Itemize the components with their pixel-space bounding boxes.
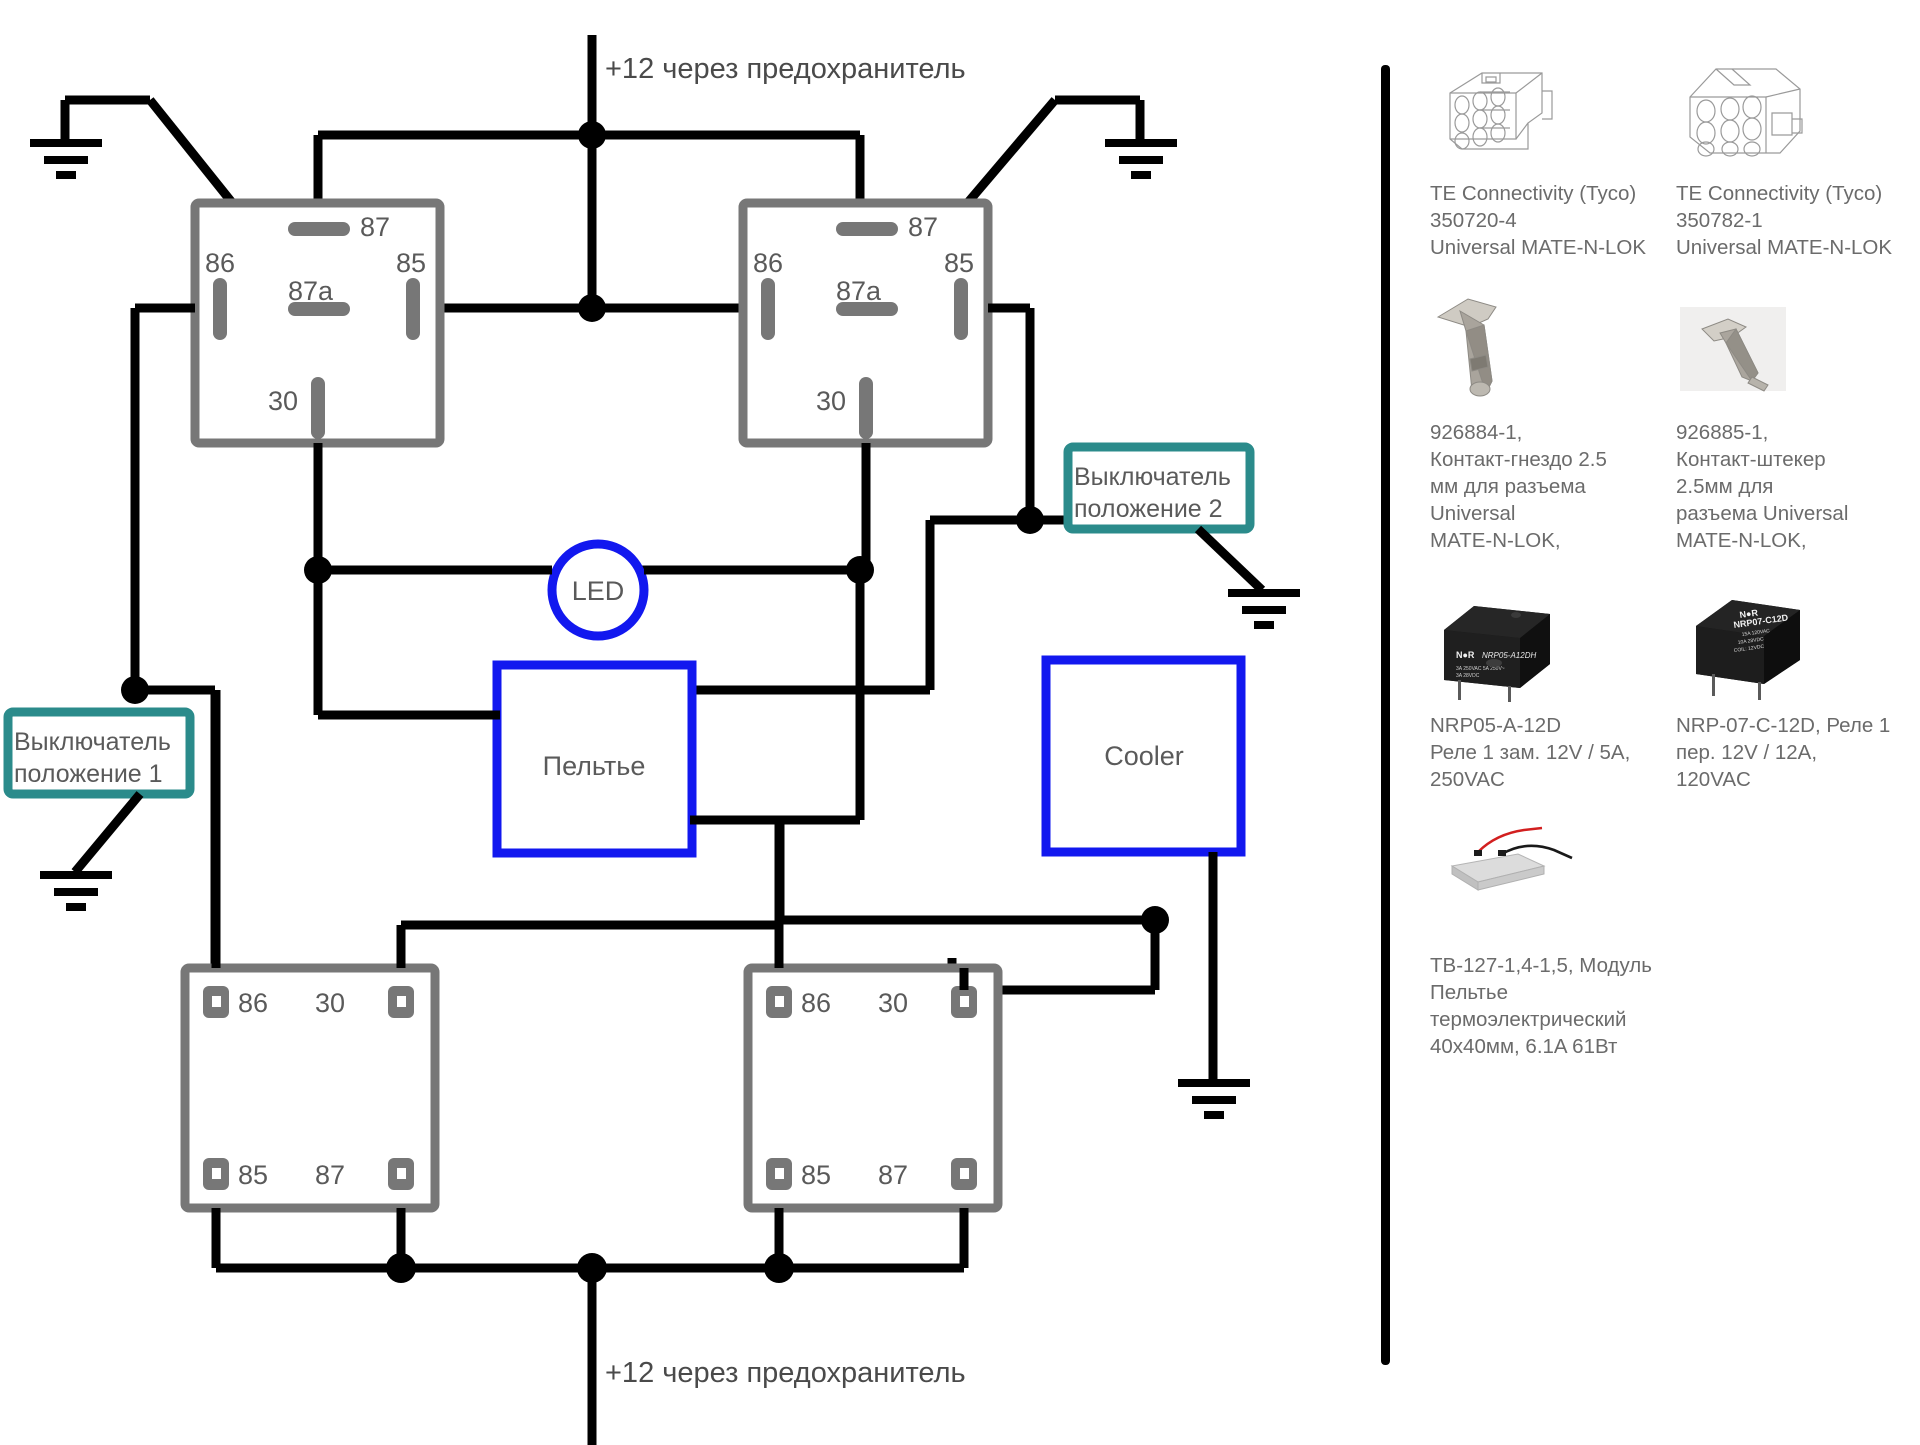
junction-top-1	[578, 121, 606, 149]
pcb-relay-right-label-86: 86	[801, 988, 831, 1018]
relay-left[interactable]: 87 87a 86 85 30	[190, 198, 445, 448]
switch2-line1: Выключатель	[1074, 463, 1231, 491]
relay-right-pin-87	[836, 222, 898, 236]
switch2-line2: положение 2	[1074, 495, 1223, 523]
relay-right-label-86: 86	[753, 248, 783, 278]
cooler-component[interactable]: Cooler	[1041, 655, 1246, 857]
relay-left-pin-86	[213, 278, 227, 340]
switch1-line1: Выключатель	[14, 728, 171, 756]
peltier-label: Пельтье	[543, 751, 646, 781]
bottom-rail-label: +12 через предохранитель	[605, 1357, 966, 1389]
connector-plug-9way-icon	[1676, 60, 1806, 170]
relay-right-pin-85	[954, 278, 968, 340]
part-caption: TB-127-1,4-1,5, Модуль Пельтье термоэлек…	[1430, 953, 1652, 1058]
part-item[interactable]: 926884-1, Контакт-гнездо 2.5 мм для разъ…	[1430, 291, 1654, 584]
junction-bottom-1	[386, 1253, 416, 1283]
top-rail-label: +12 через предохранитель	[605, 53, 966, 85]
switch-position-2[interactable]: Выключатель положение 2	[1063, 442, 1300, 629]
cooler-label: Cooler	[1104, 741, 1184, 771]
relay-left-pin-85	[406, 278, 420, 340]
svg-text:3A 250VAC 5A 250V~: 3A 250VAC 5A 250V~	[1456, 666, 1505, 672]
wires-right-side	[988, 303, 1068, 534]
pcb-relay-right-label-30: 30	[878, 988, 908, 1018]
switch1-line2: положение 1	[14, 760, 163, 788]
relay-left-label-87a: 87a	[288, 276, 334, 306]
relay-left-label-85: 85	[396, 248, 426, 278]
pcb-relay-left-label-86: 86	[238, 988, 268, 1018]
panel-divider	[1381, 65, 1390, 1365]
switch-position-1[interactable]: Выключатель положение 1	[3, 707, 195, 911]
relay-right-pin-30	[859, 377, 873, 439]
contact-pin-icon	[1676, 291, 1794, 409]
junction-bottom-3	[764, 1253, 794, 1283]
svg-text:NRP05-A12DH: NRP05-A12DH	[1482, 651, 1536, 660]
peltier-component[interactable]: Пельтье	[492, 660, 697, 858]
pcb-relay-right-label-87: 87	[878, 1160, 908, 1190]
relay-nrp05-icon: N●R NRP05-A12DH 3A 250VAC 5A 250V~ 3A 28…	[1430, 584, 1580, 703]
relay-left-label-87: 87	[360, 212, 390, 242]
pcb-relay-left-label-87: 87	[315, 1160, 345, 1190]
part-item[interactable]: TE Connectivity (Tyco) 350782-1 Universa…	[1676, 60, 1900, 291]
part-item[interactable]: TB-127-1,4-1,5, Модуль Пельтье термоэлек…	[1430, 824, 1654, 1090]
relay-left-pin-30	[311, 377, 325, 439]
part-item[interactable]: TE Connectivity (Tyco) 350720-4 Universa…	[1430, 60, 1654, 291]
relay-right-label-87: 87	[908, 212, 938, 242]
relay-left-label-30: 30	[268, 386, 298, 416]
pcb-relay-left-label-30: 30	[315, 988, 345, 1018]
part-caption: TE Connectivity (Tyco) 350720-4 Universa…	[1430, 182, 1647, 260]
relay-nrp07-icon: N●R NRP07-C12D 15A 120VAC 10A 28VDC COIL…	[1676, 584, 1826, 702]
junction-top-2	[578, 294, 606, 322]
pcb-relay-left[interactable]: 86 30 85 87	[180, 963, 440, 1213]
grid-spacer	[1676, 824, 1900, 1090]
pcb-relay-right[interactable]: 86 30 85 87	[743, 963, 1003, 1213]
relay-right-label-30: 30	[816, 386, 846, 416]
parts-list-panel: TE Connectivity (Tyco) 350720-4 Universa…	[1430, 60, 1900, 1370]
connector-receptacle-9way-icon	[1430, 60, 1560, 170]
pcb-relay-right-label-85: 85	[801, 1160, 831, 1190]
peltier-module-icon	[1430, 824, 1610, 942]
relay-right[interactable]: 87 87a 86 85 30	[738, 198, 993, 448]
part-caption: NRP05-A-12D Реле 1 зам. 12V / 5A, 250VAC	[1430, 714, 1631, 792]
relay-left-pin-87	[288, 222, 350, 236]
wiring-diagram-page: +12 через предохранитель 87 87a 86 85 30…	[0, 0, 1920, 1445]
relay-right-label-85: 85	[944, 248, 974, 278]
led-component[interactable]: LED	[547, 539, 649, 641]
part-caption: NRP-07-C-12D, Реле 1 пер. 12V / 12A, 120…	[1676, 714, 1891, 792]
contact-socket-icon	[1430, 291, 1548, 409]
part-caption: 926884-1, Контакт-гнездо 2.5 мм для разъ…	[1430, 421, 1607, 553]
part-item[interactable]: N●R NRP07-C12D 15A 120VAC 10A 28VDC COIL…	[1676, 584, 1900, 823]
part-caption: TE Connectivity (Tyco) 350782-1 Universa…	[1676, 182, 1893, 260]
part-item[interactable]: N●R NRP05-A12DH 3A 250VAC 5A 250V~ 3A 28…	[1430, 584, 1654, 823]
relay-right-label-87a: 87a	[836, 276, 882, 306]
relay-left-label-86: 86	[205, 248, 235, 278]
pcb-relay-left-label-85: 85	[238, 1160, 268, 1190]
led-label: LED	[572, 576, 625, 606]
bottom-power-bus	[211, 1208, 969, 1445]
relay-right-pin-86	[761, 278, 775, 340]
svg-text:N●R: N●R	[1456, 650, 1475, 660]
parts-grid: TE Connectivity (Tyco) 350720-4 Universa…	[1430, 60, 1900, 1090]
svg-text:3A 28VDC: 3A 28VDC	[1456, 673, 1480, 679]
part-item[interactable]: 926885-1, Контакт-штекер 2.5мм для разъе…	[1676, 291, 1900, 584]
part-caption: 926885-1, Контакт-штекер 2.5мм для разъе…	[1676, 421, 1849, 553]
